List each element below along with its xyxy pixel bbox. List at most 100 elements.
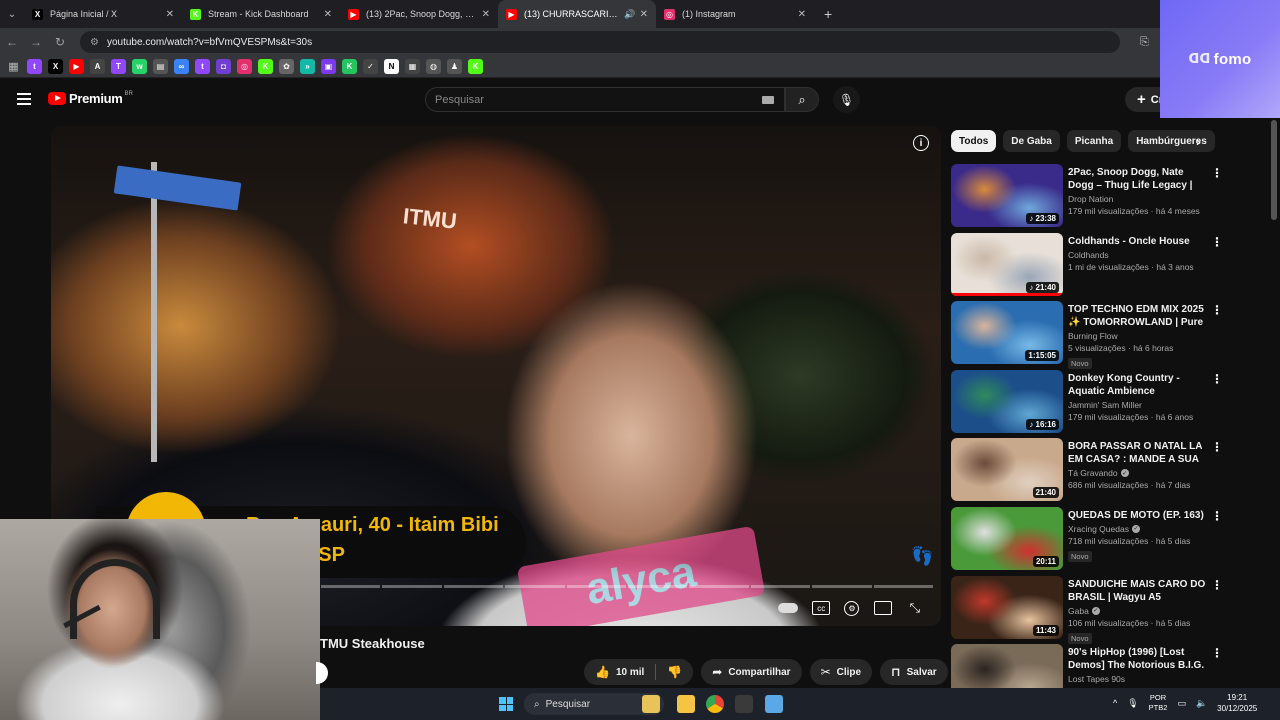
volume-icon[interactable]: 🔈 <box>1196 698 1207 709</box>
more-options-icon[interactable]: ⋮ <box>1211 235 1223 249</box>
channel-name[interactable]: Burning Flow <box>1068 331 1118 341</box>
channel-name[interactable]: Xracing Quedas <box>1068 524 1129 534</box>
channel-name[interactable]: Coldhands <box>1068 250 1109 260</box>
channel-avatar-edge[interactable] <box>316 662 328 684</box>
more-options-icon[interactable]: ⋮ <box>1211 509 1223 523</box>
tab-audio-icon[interactable]: 🔊 <box>624 9 635 20</box>
bookmark-link-icon[interactable]: ∞ <box>174 59 189 74</box>
share-button[interactable]: ➦ Compartilhar <box>701 659 802 685</box>
video-thumbnail[interactable]: 11:43 <box>951 575 1063 639</box>
bookmark-tool-icon[interactable]: ✿ <box>279 59 294 74</box>
sidebar-scrollbar[interactable] <box>1271 120 1277 220</box>
search-input[interactable]: Pesquisar <box>425 87 785 112</box>
bookmark-instagram-icon[interactable]: ◎ <box>237 59 252 74</box>
video-title[interactable]: TOP TECHNO EDM MIX 2025 ✨ TOMORROWLAND |… <box>1068 303 1206 329</box>
browser-tab[interactable]: X Página Inicial / X ✕ <box>24 0 182 28</box>
video-thumbnail[interactable]: 21:40 <box>951 438 1063 502</box>
recommendation-item[interactable]: 1:15:05 TOP TECHNO EDM MIX 2025 ✨ TOMORRO… <box>951 301 1223 370</box>
browser-tab[interactable]: ◎ (1) Instagram ✕ <box>656 0 814 28</box>
recommendation-item[interactable]: 11:43 SANDUICHE MAIS CARO DO BRASIL | Wag… <box>951 575 1223 645</box>
bookmark-twitch2-icon[interactable]: T <box>111 59 126 74</box>
network-icon[interactable]: ▭ <box>1177 698 1186 709</box>
video-title[interactable]: SANDUICHE MAIS CARO DO BRASIL | Wagyu A5 <box>1068 578 1206 604</box>
bookmark-globe-icon[interactable]: ◍ <box>426 59 441 74</box>
filter-chip[interactable]: Todos <box>951 130 997 152</box>
video-title[interactable]: Donkey Kong Country - Aquatic Ambience [… <box>1068 372 1206 398</box>
video-info-icon[interactable]: i <box>913 135 929 151</box>
bookmark-font-icon[interactable]: A <box>90 59 105 74</box>
video-thumbnail[interactable]: ♪ 21:40 <box>951 232 1063 296</box>
bookmark-twitch3-icon[interactable]: t <box>195 59 210 74</box>
browser-tab[interactable]: ▶ (13) CHURRASCARIA MAIS 🔊 ✕ <box>498 0 656 28</box>
more-options-icon[interactable]: ⋮ <box>1211 372 1223 386</box>
app-window-icon[interactable] <box>765 695 783 713</box>
channel-name[interactable]: Drop Nation <box>1068 194 1113 204</box>
settings-gear-icon[interactable]: ⚙ <box>844 600 860 616</box>
more-options-icon[interactable]: ⋮ <box>1211 578 1223 592</box>
save-button[interactable]: ⊓ Salvar <box>880 659 948 685</box>
chevron-right-icon[interactable]: › <box>1196 133 1201 149</box>
close-tab-icon[interactable]: ✕ <box>798 9 806 20</box>
bookmark-arrow-icon[interactable]: » <box>300 59 315 74</box>
video-title[interactable]: 2Pac, Snoop Dogg, Nate Dogg – Thug Life … <box>1068 166 1206 192</box>
bookmark-twitch5-icon[interactable]: ▣ <box>321 59 336 74</box>
bookmark-check-icon[interactable]: ✓ <box>363 59 378 74</box>
fullscreen-icon[interactable]: ⤡ <box>906 600 924 615</box>
browser-tab[interactable]: K Stream - Kick Dashboard ✕ <box>182 0 340 28</box>
clock[interactable]: 19:21 30/12/2025 <box>1217 692 1257 714</box>
video-thumbnail[interactable]: 1:15:05 <box>951 301 1063 365</box>
more-options-icon[interactable]: ⋮ <box>1211 440 1223 454</box>
reload-icon[interactable]: ↻ <box>48 35 72 49</box>
bookmark-kick3-icon[interactable]: K <box>468 59 483 74</box>
bookmark-youtube-icon[interactable]: ▶ <box>69 59 84 74</box>
install-app-icon[interactable]: ⎘ <box>1140 36 1149 49</box>
microphone-tray-icon[interactable]: 🎙 <box>1127 698 1138 709</box>
forward-icon[interactable]: → <box>24 35 48 49</box>
channel-name[interactable]: Gaba <box>1068 606 1089 616</box>
video-progress-bar[interactable] <box>321 585 934 588</box>
close-tab-icon[interactable]: ✕ <box>324 9 332 20</box>
language-indicator[interactable]: POR PTB2 <box>1149 693 1168 713</box>
keyboard-icon[interactable] <box>762 96 774 104</box>
filter-chip[interactable]: Hambúrgueres <box>1128 130 1215 152</box>
recommendation-item[interactable]: ♪ 23:38 2Pac, Snoop Dogg, Nate Dogg – Thu… <box>951 164 1223 233</box>
more-options-icon[interactable]: ⋮ <box>1211 646 1223 660</box>
channel-name[interactable]: Lost Tapes 90s <box>1068 674 1125 684</box>
recommendation-item[interactable]: 20:11 QUEDAS DE MOTO (EP. 163) Xracing Que… <box>951 506 1223 576</box>
close-tab-icon[interactable]: ✕ <box>482 9 490 20</box>
obs-icon[interactable] <box>735 695 753 713</box>
video-title[interactable]: Coldhands - Oncle House <box>1068 235 1206 248</box>
video-thumbnail[interactable]: 20:11 <box>951 506 1063 570</box>
bookmark-grid-icon[interactable]: ▦ <box>405 59 420 74</box>
channel-name[interactable]: Tá Gravando <box>1068 468 1118 478</box>
bookmark-notion-icon[interactable]: N <box>384 59 399 74</box>
chrome-icon[interactable] <box>706 695 724 713</box>
video-title[interactable]: BORA PASSAR O NATAL LA EM CASA? : MANDE … <box>1068 440 1206 466</box>
browser-tab[interactable]: ▶ (13) 2Pac, Snoop Dogg, Nate D ✕ <box>340 0 498 28</box>
bookmark-bell-icon[interactable]: ♟ <box>447 59 462 74</box>
video-title[interactable]: QUEDAS DE MOTO (EP. 163) <box>1068 509 1206 522</box>
file-explorer-icon[interactable] <box>677 695 695 713</box>
video-thumbnail[interactable]: ♪ 23:38 <box>951 164 1063 227</box>
theater-mode-icon[interactable] <box>873 601 892 615</box>
filter-chip[interactable]: De Gaba <box>1003 130 1060 152</box>
bookmark-x-icon[interactable]: X <box>48 59 63 74</box>
close-tab-icon[interactable]: ✕ <box>166 9 174 20</box>
bookmark-kick-icon[interactable]: K <box>258 59 273 74</box>
autoplay-toggle[interactable] <box>778 603 799 613</box>
widget-icon[interactable] <box>642 695 660 713</box>
bookmark-kick2-icon[interactable]: K <box>342 59 357 74</box>
video-thumbnail[interactable]: ♪ 16:16 <box>951 369 1063 433</box>
bookmark-twitch4-icon[interactable]: ◘ <box>216 59 231 74</box>
search-button[interactable]: ⌕ <box>785 87 819 112</box>
youtube-premium-logo[interactable]: Premium BR <box>48 91 133 106</box>
video-title[interactable]: 90's HipHop (1996) [Lost Demos] The Noto… <box>1068 646 1206 672</box>
tab-search-icon[interactable]: ⌄ <box>0 0 24 28</box>
voice-search-button[interactable]: 🎙 <box>833 86 860 113</box>
clip-button[interactable]: ✂ Clipe <box>809 659 873 685</box>
close-tab-icon[interactable]: ✕ <box>640 9 648 20</box>
bookmark-twitch-icon[interactable]: t <box>27 59 42 74</box>
subtitles-icon[interactable]: cc <box>812 601 831 615</box>
dislike-button[interactable]: 👎 <box>656 659 693 685</box>
filter-chip[interactable]: Picanha <box>1066 130 1122 152</box>
